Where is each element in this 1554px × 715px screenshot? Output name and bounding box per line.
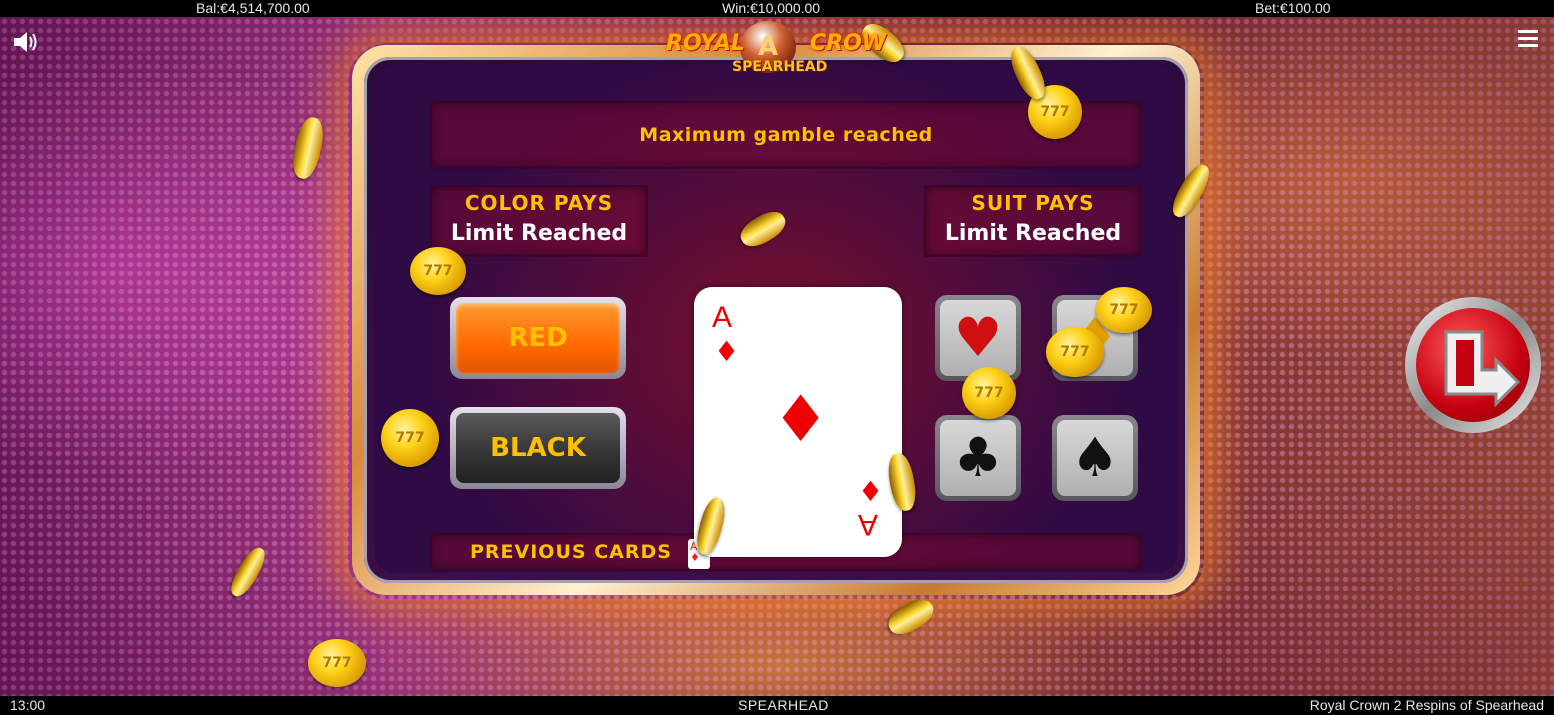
card-rank-bottom: A <box>858 508 879 541</box>
red-button[interactable]: RED <box>450 297 626 379</box>
card-suit-top: ♦ <box>714 335 740 368</box>
clock: 13:00 <box>10 697 46 713</box>
card-suit-bottom: ♦ <box>858 475 884 508</box>
top-status-bar: Bal:€4,514,700.00 Win:€10,000.00 Bet:€10… <box>0 0 1554 17</box>
coin-icon <box>288 114 328 182</box>
previous-card-suit: ♦ <box>690 551 700 564</box>
spades-icon: ♠ <box>1057 420 1133 496</box>
logo-word-royal: ROYAL <box>666 31 745 56</box>
win-display: Win:€10,000.00 <box>722 0 821 16</box>
card-suit-center: ♦ <box>772 383 830 457</box>
coin-icon: 777 <box>410 247 466 295</box>
hearts-icon: ♥ <box>940 300 1016 376</box>
game-logo: A ROYAL CROW SPEARHEAD <box>660 21 890 77</box>
gamble-panel: Maximum gamble reached COLOR PAYS Limit … <box>374 65 1178 573</box>
footer-game-title: Royal Crown 2 Respins of Spearhead <box>1309 697 1544 713</box>
coin-icon: 777 <box>381 409 439 467</box>
exit-button[interactable] <box>1405 297 1541 433</box>
suit-pays-box: SUIT PAYS Limit Reached <box>924 185 1142 257</box>
suit-pays-title: SUIT PAYS <box>971 191 1095 215</box>
speaker-icon[interactable] <box>12 30 40 54</box>
coin-icon <box>225 543 271 601</box>
spades-button[interactable]: ♠ <box>1052 415 1138 501</box>
bet-display: Bet:€100.00 <box>1255 0 1331 16</box>
footer-brand: SPEARHEAD <box>738 697 829 713</box>
coin-icon: 777 <box>1096 287 1152 333</box>
color-pays-title: COLOR PAYS <box>464 191 614 215</box>
exit-arrow-icon <box>1444 330 1521 408</box>
logo-spearhead: SPEARHEAD <box>732 59 828 75</box>
coin-icon: 777 <box>1046 327 1104 377</box>
hamburger-menu-icon[interactable] <box>1518 30 1538 48</box>
color-pays-box: COLOR PAYS Limit Reached <box>430 185 648 257</box>
game-stage: Maximum gamble reached COLOR PAYS Limit … <box>0 17 1554 696</box>
coin-icon: 777 <box>962 367 1016 419</box>
clubs-button[interactable]: ♣ <box>935 415 1021 501</box>
clubs-icon: ♣ <box>940 420 1016 496</box>
logo-word-crown: CROW <box>810 31 887 56</box>
bottom-status-bar: 13:00 SPEARHEAD Royal Crown 2 Respins of… <box>0 696 1554 715</box>
current-card: A ♦ ♦ ♦ A <box>694 287 902 557</box>
coin-icon: 777 <box>308 639 366 687</box>
previous-cards-label: PREVIOUS CARDS <box>470 541 672 563</box>
card-rank-top: A <box>712 301 733 334</box>
color-pays-value: Limit Reached <box>450 221 628 246</box>
coin-icon <box>883 593 939 641</box>
balance-display: Bal:€4,514,700.00 <box>196 0 310 16</box>
suit-pays-value: Limit Reached <box>944 221 1122 246</box>
black-button-label: BLACK <box>456 413 620 483</box>
red-button-label: RED <box>456 303 620 373</box>
black-button[interactable]: BLACK <box>450 407 626 489</box>
